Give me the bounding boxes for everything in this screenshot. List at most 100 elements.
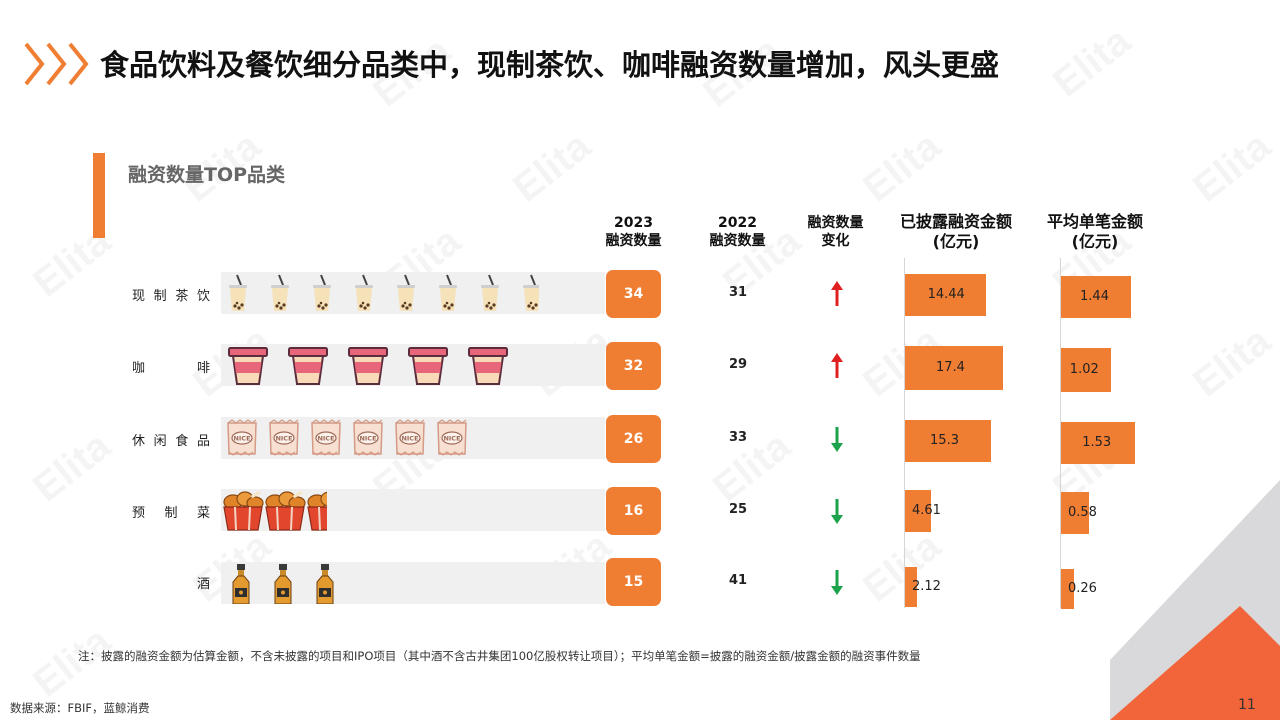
- pictogram-unit: [395, 273, 417, 314]
- pictogram-unit: [521, 273, 539, 314]
- financing-count-2022: 25: [728, 502, 748, 517]
- pictogram-unit: NICE: [435, 418, 469, 459]
- pictogram-unit: NICE: [351, 418, 385, 459]
- svg-text:NICE: NICE: [317, 435, 334, 443]
- disclosed-amount-label: 17.4: [935, 360, 965, 375]
- watermark: Elita: [855, 124, 949, 211]
- category-label-char: 茶: [175, 289, 189, 304]
- column-header-amount-line1: 已披露融资金额: [899, 212, 1012, 231]
- disclosed-amount-label: 15.3: [930, 433, 959, 448]
- column-header-2022-line1: 2022: [718, 215, 757, 231]
- category-label: 酒: [132, 573, 210, 592]
- footnote: 注：披露的融资金额为估算金额，不含未披露的项目和IPO项目（其中酒不含古井集团1…: [78, 649, 921, 663]
- watermark: Elita: [505, 124, 599, 211]
- column-header-2022: 2022 融资数量: [700, 214, 775, 250]
- column-header-amount-line2: (亿元): [932, 232, 980, 251]
- chevrons-icon: [24, 42, 89, 86]
- watermark: Elita: [25, 424, 119, 511]
- svg-text:NICE: NICE: [233, 435, 250, 443]
- snack-bag-icon: NICE: [395, 419, 425, 456]
- column-header-2023: 2023 融资数量: [596, 214, 671, 250]
- category-label: 预制菜: [132, 502, 210, 521]
- pictogram-unit: [437, 273, 459, 314]
- category-label-char: 闲: [153, 434, 167, 449]
- fried-chicken-bucket-icon: [265, 491, 306, 531]
- coffee-cup-icon: [348, 347, 388, 385]
- disclosed-amount-label: 14.44: [927, 287, 965, 302]
- avg-amount-label: 1.02: [1069, 362, 1099, 377]
- section-title: 融资数量TOP品类: [128, 164, 286, 186]
- liquor-bottle-icon: [316, 564, 334, 604]
- bubble-tea-icon: [523, 274, 539, 311]
- coffee-cup-icon: [468, 347, 508, 385]
- pictogram-unit: [263, 490, 307, 531]
- financing-count-2023-badge: 16: [606, 487, 661, 535]
- pictogram-unit: [313, 563, 337, 604]
- svg-text:NICE: NICE: [443, 435, 460, 443]
- snack-bag-icon: NICE: [269, 419, 299, 456]
- fried-chicken-bucket-icon: [307, 491, 327, 531]
- pictogram-unit: [305, 490, 327, 531]
- pictogram-unit: [269, 273, 291, 314]
- liquor-bottle-icon: [232, 564, 250, 604]
- column-header-2023-line2: 融资数量: [605, 233, 662, 249]
- pictogram-track: NICE NICE NICE NICE NICE NICE: [221, 417, 605, 459]
- avg-amount-label: 1.53: [1082, 435, 1112, 450]
- column-header-change-line1: 融资数量: [807, 215, 864, 231]
- category-label-char: 现: [132, 289, 146, 304]
- financing-count-2022: 29: [728, 357, 748, 372]
- column-header-change-line2: 变化: [821, 233, 850, 249]
- category-label-char: 饮: [196, 289, 210, 304]
- category-label-char: 咖: [132, 361, 146, 376]
- bubble-tea-icon: [229, 274, 247, 311]
- arrow-up-icon: [831, 353, 843, 378]
- bubble-tea-icon: [313, 274, 331, 311]
- bubble-tea-icon: [481, 274, 499, 311]
- pictogram-unit: [347, 345, 389, 386]
- column-header-avg: 平均单笔金额 (亿元): [1040, 212, 1150, 252]
- arrow-down-icon: [831, 427, 843, 452]
- page-number: 11: [1238, 697, 1256, 713]
- category-label-char: 制: [153, 289, 167, 304]
- liquor-bottle-icon: [274, 564, 292, 604]
- pictogram-unit: [287, 345, 329, 386]
- column-header-avg-line1: 平均单笔金额: [1046, 212, 1143, 231]
- bubble-tea-icon: [439, 274, 457, 311]
- financing-count-2023-badge: 34: [606, 270, 661, 318]
- page-title: 食品饮料及餐饮细分品类中，现制茶饮、咖啡融资数量增加，风头更盛: [100, 48, 1000, 82]
- category-label-char: 制: [164, 506, 178, 521]
- column-header-amount: 已披露融资金额 (亿元): [893, 212, 1019, 252]
- pictogram-track: [221, 489, 605, 531]
- financing-count-2022: 41: [728, 573, 748, 588]
- category-label-char: 预: [132, 506, 146, 521]
- fried-chicken-bucket-icon: [223, 491, 264, 531]
- pictogram-track: [221, 562, 605, 604]
- pictogram-track: [221, 344, 605, 386]
- category-label: 休闲食品: [132, 430, 210, 449]
- avg-amount-label: 0.26: [1068, 581, 1097, 596]
- financing-count-2022: 33: [728, 430, 748, 445]
- snack-bag-icon: NICE: [437, 419, 467, 456]
- snack-bag-icon: NICE: [311, 419, 341, 456]
- disclosed-amount-label: 2.12: [912, 579, 941, 594]
- pictogram-unit: [229, 563, 253, 604]
- pictogram-unit: NICE: [225, 418, 259, 459]
- pictogram-unit: NICE: [309, 418, 343, 459]
- avg-amount-label: 0.58: [1068, 505, 1097, 520]
- column-header-avg-line2: (亿元): [1071, 232, 1119, 251]
- pictogram-unit: NICE: [393, 418, 427, 459]
- pictogram-unit: [227, 273, 249, 314]
- category-label: 咖啡: [132, 357, 210, 376]
- column-header-change: 融资数量 变化: [798, 214, 873, 250]
- category-label-char: 啡: [196, 361, 210, 376]
- svg-text:NICE: NICE: [359, 435, 376, 443]
- category-label-char: 食: [175, 434, 189, 449]
- arrow-up-icon: [831, 281, 843, 306]
- bubble-tea-icon: [355, 274, 373, 311]
- disclosed-amount-label: 4.61: [912, 503, 941, 518]
- pictogram-unit: [353, 273, 375, 314]
- pictogram-track: [221, 272, 605, 314]
- snack-bag-icon: NICE: [227, 419, 257, 456]
- pictogram-unit: [227, 345, 269, 386]
- category-label-char: 休: [132, 434, 146, 449]
